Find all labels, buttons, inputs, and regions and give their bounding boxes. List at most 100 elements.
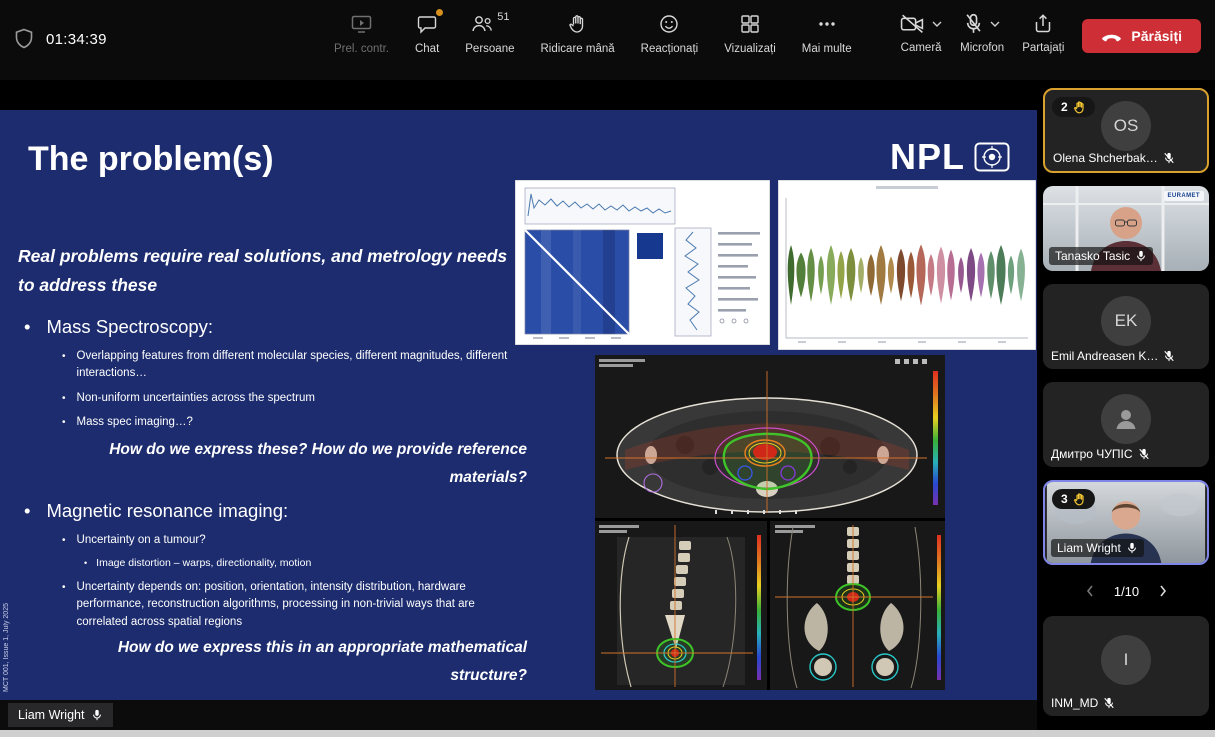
bullet-item: Non-uniform uncertainties across the spe… <box>62 390 514 407</box>
participants-pager: 1/10 <box>1043 578 1210 604</box>
more-button[interactable]: Mai multe <box>802 13 852 55</box>
participant-name: INM_MD <box>1051 696 1115 710</box>
presenter-name-label: Liam Wright <box>8 703 113 727</box>
mic-muted-icon <box>1163 152 1175 164</box>
avatar <box>1101 394 1151 444</box>
presenter-strip: Liam Wright <box>0 700 1037 730</box>
participant-name: Liam Wright <box>1051 539 1144 557</box>
toolbar-center: Prel. contr. Chat 51 Persoane <box>334 13 852 55</box>
teams-meeting-window: 01:34:39 Prel. contr. Chat 51 <box>0 0 1215 737</box>
chat-label: Chat <box>415 43 439 55</box>
view-label: Vizualizați <box>724 43 776 55</box>
euramet-logo: EURAMET <box>1164 191 1204 201</box>
shield-icon <box>14 28 34 50</box>
share-label: Partajați <box>1022 42 1064 54</box>
bullet-item: Mass spec imaging…? <box>62 414 514 431</box>
raise-hand-badge: 2 <box>1052 97 1095 117</box>
share-button[interactable]: Partajați <box>1022 13 1064 54</box>
participant-tile-dmytro[interactable]: Дмитро ЧУПІС <box>1043 382 1209 467</box>
camera-control[interactable]: Cameră <box>900 13 942 54</box>
bullet-subitem: Image distortion – warps, directionality… <box>84 556 514 572</box>
participant-name: Olena Shcherbak… <box>1053 151 1175 165</box>
figure-spectra-covariance <box>515 180 770 345</box>
participant-name: Emil Andreasen K… <box>1051 349 1175 363</box>
mass-spectroscopy-heading: Mass Spectroscopy: <box>24 316 213 338</box>
pager-label: 1/10 <box>1114 584 1139 599</box>
people-button[interactable]: 51 Persoane <box>465 13 514 55</box>
leave-label: Părăsiți <box>1131 28 1182 44</box>
raised-hand-icon <box>1074 101 1086 114</box>
npl-crest-icon <box>974 142 1010 172</box>
question-mathematical-structure: How do we express this in an appropriate… <box>62 634 527 690</box>
hang-up-icon <box>1101 31 1122 42</box>
mass-spectroscopy-bullets: Overlapping features from different mole… <box>62 348 514 438</box>
bullet-item: Overlapping features from different mole… <box>62 348 514 383</box>
leave-button[interactable]: Părăsiți <box>1082 19 1201 53</box>
view-button[interactable]: Vizualizați <box>724 13 776 55</box>
avatar-initials: EK <box>1115 311 1138 331</box>
npl-logo: NPL <box>890 136 1010 178</box>
raise-hand-icon <box>569 13 587 35</box>
meeting-timer: 01:34:39 <box>46 31 107 48</box>
mri-heading: Magnetic resonance imaging: <box>24 500 288 522</box>
participant-name: Tanasko Tasic <box>1049 247 1153 265</box>
bullet-item: Uncertainty depends on: position, orient… <box>62 579 514 631</box>
people-count-badge: 51 <box>497 11 509 23</box>
camera-off-icon <box>900 13 925 34</box>
mic-dropdown-chevron-icon[interactable] <box>990 21 1000 27</box>
figure-violin-plots <box>778 180 1036 350</box>
participant-tile-liam[interactable]: 3 Liam Wright <box>1043 480 1209 565</box>
react-label: Reacționați <box>641 43 699 55</box>
shared-slide: The problem(s) NPL MCT 001, Issue 1, Jul… <box>0 110 1037 700</box>
camera-dropdown-chevron-icon[interactable] <box>932 21 942 27</box>
participant-tile-emil[interactable]: EK Emil Andreasen K… <box>1043 284 1209 369</box>
participant-tile-olena[interactable]: 2 OS Olena Shcherbak… <box>1043 88 1209 173</box>
slide-intro-statement: Real problems require real solutions, an… <box>18 242 513 300</box>
presenter-name: Liam Wright <box>18 708 84 722</box>
people-icon: 51 <box>470 13 509 35</box>
take-control-icon <box>351 13 372 35</box>
meeting-timer-group: 01:34:39 <box>14 28 107 50</box>
avatar: EK <box>1101 296 1151 346</box>
dose-planning-graphic <box>595 355 945 690</box>
camera-label: Cameră <box>901 42 942 54</box>
chat-notification-dot <box>436 9 443 16</box>
mri-bullets: Uncertainty on a tumour? Image distortio… <box>62 532 514 638</box>
raise-hand-button[interactable]: Ridicare mână <box>541 13 615 55</box>
figure-dose-planning-ct <box>595 355 945 690</box>
person-icon <box>1113 406 1139 432</box>
avatar: OS <box>1101 101 1151 151</box>
violin-plots-graphic <box>778 180 1036 350</box>
mic-on-icon <box>1135 250 1147 262</box>
react-button[interactable]: Reacționați <box>641 13 699 55</box>
mic-on-icon <box>1126 542 1138 554</box>
raise-hand-label: Ridicare mână <box>541 43 615 55</box>
avatar: I <box>1101 635 1151 685</box>
question-reference-materials: How do we express these? How do we provi… <box>40 436 527 492</box>
participant-tile-tanasko[interactable]: EURAMET Tanasko Tasic <box>1043 186 1209 271</box>
chat-button[interactable]: Chat <box>415 13 439 55</box>
bullet-item: Uncertainty on a tumour? <box>62 532 514 549</box>
people-label: Persoane <box>465 43 514 55</box>
chat-icon <box>417 13 437 35</box>
toolbar-right: Cameră Microfon Partajați Părăsiți <box>900 13 1201 54</box>
participant-name: Дмитро ЧУПІС <box>1051 447 1150 461</box>
mic-control[interactable]: Microfon <box>960 13 1004 54</box>
take-control-button[interactable]: Prel. contr. <box>334 13 389 55</box>
participants-panel: 2 OS Olena Shcherbak… <box>1037 80 1215 730</box>
bottom-edge-bar <box>0 730 1215 737</box>
pager-prev-icon[interactable] <box>1086 585 1094 597</box>
participant-tile-inm[interactable]: I INM_MD <box>1043 616 1209 716</box>
avatar-initials: OS <box>1114 116 1139 136</box>
more-label: Mai multe <box>802 43 852 55</box>
slide-title: The problem(s) <box>28 140 274 179</box>
avatar-initials: I <box>1124 650 1129 670</box>
mic-muted-icon <box>1103 697 1115 709</box>
raised-hand-icon <box>1074 493 1086 506</box>
hand-order: 3 <box>1061 492 1068 506</box>
slide-doc-reference: MCT 001, Issue 1, July 2025 <box>3 603 10 692</box>
mic-off-icon <box>964 13 983 34</box>
pager-next-icon[interactable] <box>1159 585 1167 597</box>
hand-order: 2 <box>1061 100 1068 114</box>
mic-label: Microfon <box>960 42 1004 54</box>
